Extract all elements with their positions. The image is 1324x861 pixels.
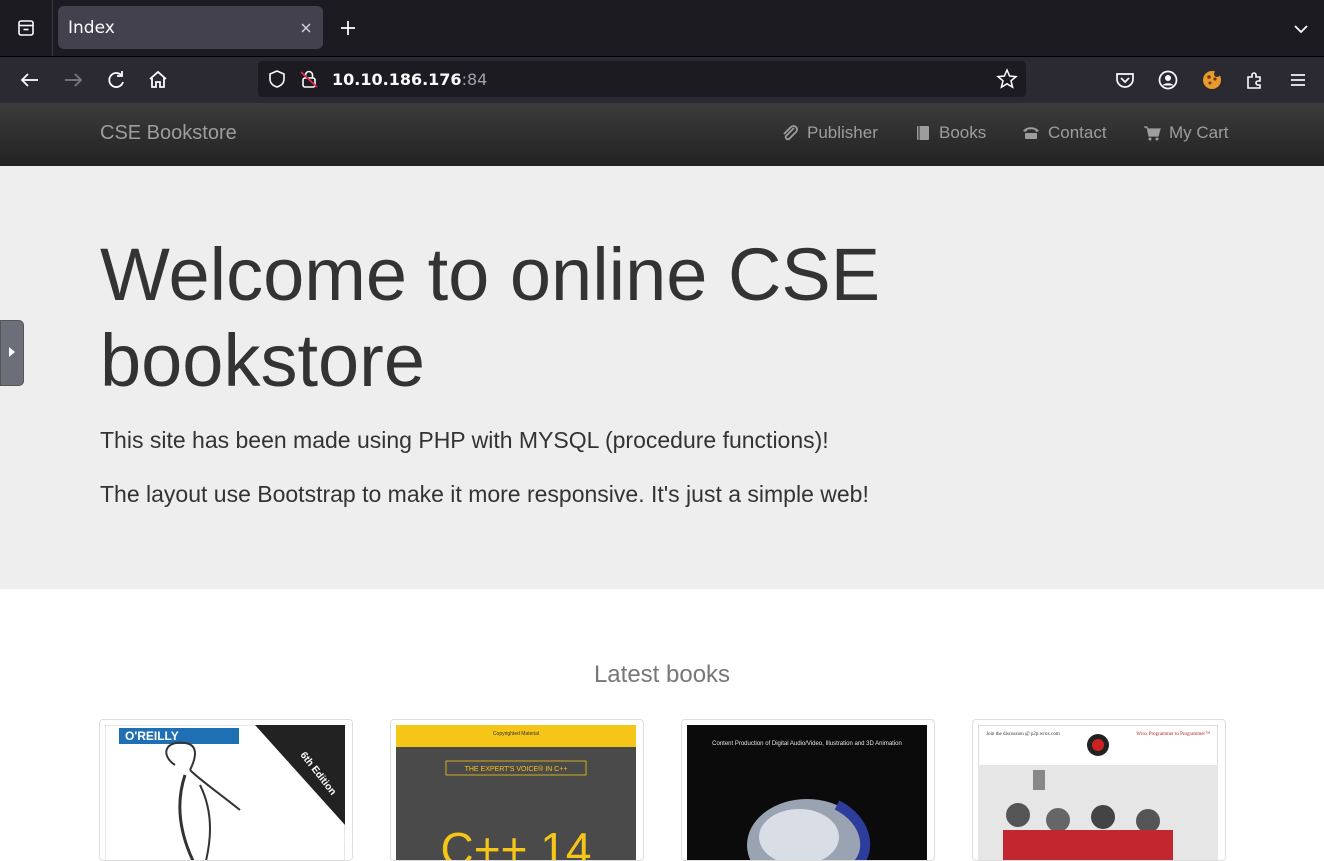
tab-list-button[interactable] [0,0,53,56]
extensions-puzzle-icon[interactable] [1243,68,1267,92]
back-arrow-icon[interactable] [18,68,42,92]
book-icon [917,126,929,140]
intro-line-2: The layout use Bootstrap to make it more… [100,481,869,507]
menu-hamburger-icon[interactable] [1286,68,1310,92]
intro-line-1: This site has been made using PHP with M… [100,427,829,453]
extension-cookie-icon[interactable] [1200,68,1224,92]
sidebar-toggle-handle[interactable] [0,320,24,386]
reload-icon[interactable] [104,68,128,92]
nav-link-books[interactable]: Books [914,123,986,143]
cover-title: C++ 14 [441,823,592,861]
book-cover-oreilly: O'REILLY 6th Edition Covers .NET 4.6 & t… [105,725,345,860]
address-bar[interactable]: 10.10.186.176:84 [258,61,1026,97]
book-cover-wrox: Join the discussion @ p2p.wrox.com Wrox … [978,725,1218,860]
cover-publisher: O'REILLY [125,729,179,743]
cover-caption: Content Production of Digital Audio/Vide… [712,741,902,747]
bookmark-star-icon[interactable] [996,68,1018,90]
book-thumbnail[interactable]: O'REILLY 6th Edition Covers .NET 4.6 & t… [99,719,353,861]
site-navbar: CSE Bookstore Publisher Books Contact My… [0,103,1324,167]
pocket-icon[interactable] [1113,68,1137,92]
tab-list-icon [18,20,34,36]
home-icon[interactable] [146,68,170,92]
book-thumbnail[interactable]: Join the discussion @ p2p.wrox.com Wrox … [972,719,1226,861]
new-tab-icon[interactable] [336,16,360,40]
nav-link-my-cart[interactable]: My Cart [1142,123,1229,143]
site-brand[interactable]: CSE Bookstore [100,122,237,145]
nav-link-label: Publisher [807,123,878,142]
cover-right-text: Wrox Programmer to Programmer™ [1136,731,1210,737]
cart-icon [1144,126,1161,141]
jumbotron: Welcome to online CSE bookstore This sit… [0,166,1324,589]
book-thumbnail[interactable]: Content Production of Digital Audio/Vide… [681,719,935,861]
insecure-lock-icon[interactable] [298,68,320,90]
nav-link-publisher[interactable]: Publisher [780,123,878,143]
book-cover-cpp14: Copyrighted Material THE EXPERT'S VOICE®… [396,725,636,861]
browser-tab-strip: Index [0,0,1324,57]
nav-link-label: Contact [1048,123,1107,142]
nav-link-label: My Cart [1169,123,1229,142]
phone-icon [1023,127,1039,139]
forward-arrow-icon[interactable] [61,68,85,92]
tracking-shield-icon[interactable] [266,68,288,90]
close-tab-icon[interactable] [295,17,317,39]
browser-tab[interactable]: Index [58,6,323,49]
url-text: 10.10.186.176:84 [332,70,487,89]
cover-series: THE EXPERT'S VOICE® IN C++ [465,765,568,773]
url-port: :84 [461,70,488,89]
nav-link-contact[interactable]: Contact [1021,123,1107,143]
url-host: 10.10.186.176 [332,70,462,89]
cover-left-text: Join the discussion @ p2p.wrox.com [986,732,1060,737]
cover-top: Copyrighted Material [493,731,539,737]
book-cover-digital-content: Content Production of Digital Audio/Vide… [687,725,927,860]
account-icon[interactable] [1156,68,1180,92]
tab-title: Index [68,18,115,38]
browser-toolbar: 10.10.186.176:84 [0,57,1324,103]
nav-link-label: Books [939,123,987,142]
latest-books-heading: Latest books [593,661,731,688]
web-page: CSE Bookstore Publisher Books Contact My… [0,103,1324,861]
chevron-down-icon[interactable] [1290,18,1312,40]
welcome-heading: Welcome to online CSE bookstore [100,233,881,402]
book-thumbnail[interactable]: Copyrighted Material THE EXPERT'S VOICE®… [390,719,644,861]
paperclip-icon [783,125,798,141]
chevron-right-icon [9,347,15,357]
